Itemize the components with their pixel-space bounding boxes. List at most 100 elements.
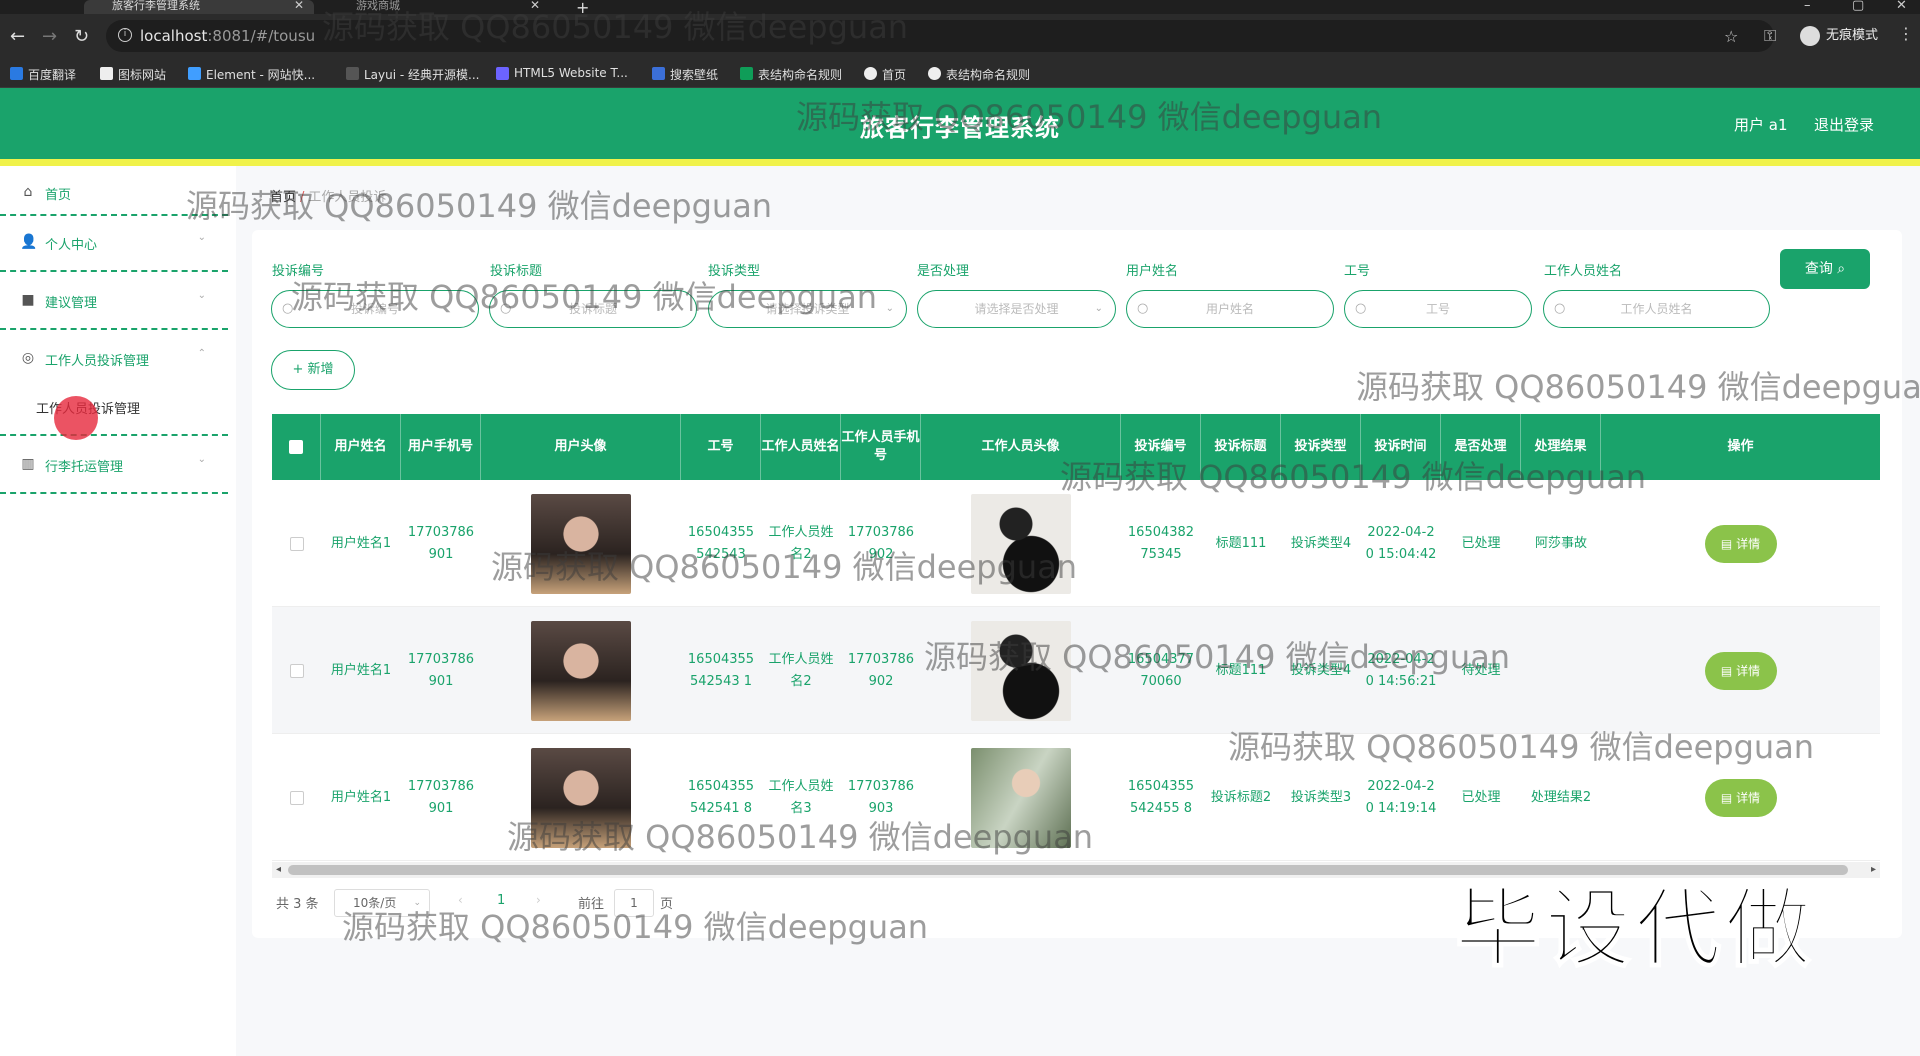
job-no-input[interactable]: ○ 工号 — [1344, 290, 1532, 328]
staff-name-input[interactable]: ○ 工作人员姓名 — [1543, 290, 1770, 328]
table-row[interactable]: 用户姓名1 17703786901 16504355542541 8 工作人员姓… — [272, 734, 1880, 861]
filter-label: 是否处理 — [917, 264, 970, 279]
user-avatar-cell — [481, 480, 681, 607]
scroll-left-icon[interactable]: ◂ — [276, 862, 281, 878]
reload-icon[interactable]: ↻ — [74, 26, 89, 47]
complaint-type-select[interactable]: 请选择投诉类型 ⌄ — [708, 290, 907, 328]
key-icon[interactable]: ⚿ — [1764, 26, 1776, 46]
complaint-title-input[interactable]: ○ 投诉标题 — [489, 290, 697, 328]
table-row[interactable]: 用户姓名1 17703786901 16504355542543 1 工作人员姓… — [272, 607, 1880, 734]
sidebar-item-personal[interactable]: 👤 个人中心 ⌄ — [0, 216, 228, 272]
action-cell: ▤ 详情 — [1601, 607, 1880, 734]
row-checkbox[interactable] — [289, 663, 304, 678]
add-button[interactable]: + 新增 — [271, 350, 355, 390]
next-page-icon[interactable]: › — [536, 893, 541, 907]
user-avatar — [531, 493, 631, 594]
site-info-icon[interactable]: i — [118, 28, 132, 42]
complaint-type-cell: 投诉类型4 — [1290, 662, 1352, 678]
minimize-icon[interactable]: – — [1804, 0, 1811, 13]
detail-button[interactable]: ▤ 详情 — [1704, 778, 1777, 817]
globe-icon — [928, 67, 941, 80]
bookmark-item[interactable]: Layui - 经典开源模... — [346, 66, 479, 83]
filter-label: 工号 — [1344, 264, 1371, 279]
bookmark-item[interactable]: Element - 网站快... — [188, 66, 315, 83]
staff-name-cell: 工作人员姓名2 — [768, 524, 834, 562]
chevron-down-icon: ⌄ — [197, 290, 206, 301]
bookmark-item[interactable]: HTML5 Website T... — [496, 66, 628, 80]
logout-link[interactable]: 退出登录 — [1814, 114, 1874, 135]
sidebar-item-suggestions[interactable]: ■ 建议管理 ⌄ — [0, 274, 228, 330]
forward-icon[interactable]: → — [42, 26, 57, 47]
prev-page-icon[interactable]: ‹ — [458, 893, 463, 907]
breadcrumb-home[interactable]: 首页 — [270, 190, 296, 205]
detail-button[interactable]: ▤ 详情 — [1704, 524, 1777, 563]
bookmark-item[interactable]: 搜索壁纸 — [652, 66, 718, 83]
sidebar-item-luggage[interactable]: ▥ 行李托运管理 ⌄ — [0, 438, 228, 494]
filter-label: 投诉编号 — [272, 264, 325, 279]
more-menu-icon[interactable]: ⋮ — [1898, 24, 1914, 43]
result-cell — [1521, 607, 1601, 734]
user-name-cell: 用户姓名1 — [330, 789, 392, 805]
video-icon: ■ — [21, 292, 35, 308]
job-no-cell: 16504355542543 — [687, 524, 755, 562]
address-bar: ← → ↻ i localhost:8081/#/tousu ☆ ⚿ 无痕模式 … — [0, 14, 1920, 62]
bookmark-item[interactable]: 表结构命名规则 — [740, 66, 842, 83]
scroll-right-icon[interactable]: ▸ — [1871, 862, 1876, 878]
column-header: 是否处理 — [1441, 414, 1521, 480]
element-icon — [188, 67, 201, 80]
html5-icon — [496, 67, 509, 80]
staff-avatar-cell — [921, 734, 1121, 861]
detail-button[interactable]: ▤ 详情 — [1704, 651, 1777, 690]
column-header: 投诉时间 — [1361, 414, 1441, 480]
search-icon: ○ — [1554, 301, 1566, 316]
action-cell: ▤ 详情 — [1601, 734, 1880, 861]
sidebar-item-home[interactable]: ⌂ 首页 — [0, 166, 228, 216]
bookmark-item[interactable]: 图标网站 — [100, 66, 166, 83]
staff-phone-cell: 17703786902 — [847, 651, 915, 689]
user-name-input[interactable]: ○ 用户姓名 — [1126, 290, 1334, 328]
big-watermark: 毕设代做 — [1454, 878, 1815, 980]
staff-avatar-cell — [921, 607, 1121, 734]
app-title: 旅客行李管理系统 — [860, 114, 1060, 142]
row-checkbox[interactable] — [289, 790, 304, 805]
user-avatar — [531, 747, 631, 848]
bookmark-item[interactable]: 表结构命名规则 — [928, 66, 1030, 83]
search-icon: ○ — [282, 301, 294, 316]
job-no-cell: 16504355542543 1 — [687, 651, 755, 689]
sidebar-item-complaints[interactable]: ◎ 工作人员投诉管理 ⌃ — [0, 332, 228, 388]
tab-other[interactable]: 游戏商城 ✕ — [330, 0, 550, 14]
maximize-icon[interactable]: ▢ — [1852, 0, 1864, 13]
chevron-down-icon: ⌄ — [197, 454, 206, 465]
url-input[interactable]: i localhost:8081/#/tousu — [106, 20, 1774, 52]
column-header: 操作 — [1727, 439, 1754, 454]
close-window-icon[interactable]: ✕ — [1896, 0, 1907, 13]
bookmark-star-icon[interactable]: ☆ — [1724, 27, 1738, 46]
query-button[interactable]: 查询 ⌕ — [1780, 249, 1870, 289]
complaint-type-cell: 投诉类型4 — [1290, 535, 1352, 551]
close-tab-icon[interactable]: ✕ — [530, 0, 540, 11]
column-header: 投诉标题 — [1201, 414, 1281, 480]
table-row[interactable]: 用户姓名1 17703786901 16504355542543 工作人员姓名2… — [272, 480, 1880, 607]
handled-select[interactable]: 请选择是否处理 ⌄ — [917, 290, 1116, 328]
row-checkbox[interactable] — [289, 536, 304, 551]
incognito-badge[interactable]: 无痕模式 — [1796, 23, 1888, 49]
complaint-no-cell: 1650437770060 — [1127, 651, 1195, 689]
app-header: 旅客行李管理系统 用户 a1 退出登录 — [0, 88, 1920, 166]
close-tab-icon[interactable]: ✕ — [294, 0, 304, 11]
goto-page-input[interactable]: 1 — [614, 889, 654, 917]
filter-label: 工作人员姓名 — [1544, 264, 1623, 279]
bookmark-item[interactable]: 首页 — [864, 66, 906, 83]
back-icon[interactable]: ← — [10, 26, 25, 47]
complaint-no-input[interactable]: ○ 投诉编号 — [271, 290, 479, 328]
column-header: 工作人员头像 — [921, 414, 1121, 480]
select-all-cell — [272, 414, 321, 480]
goto-label: 前往 — [578, 897, 605, 912]
current-page[interactable]: 1 — [497, 893, 505, 908]
page-size-select[interactable]: 10条/页 ⌄ — [334, 889, 430, 917]
column-header: 用户手机号 — [401, 414, 481, 480]
sidebar-subitem-complaints[interactable]: 工作人员投诉管理 — [0, 384, 228, 436]
bookmark-item[interactable]: 百度翻译 — [10, 66, 76, 83]
select-all-checkbox[interactable] — [289, 440, 303, 454]
tab-active[interactable]: 旅客行李管理系统 ✕ — [84, 0, 314, 14]
column-header: 投诉类型 — [1281, 414, 1361, 480]
